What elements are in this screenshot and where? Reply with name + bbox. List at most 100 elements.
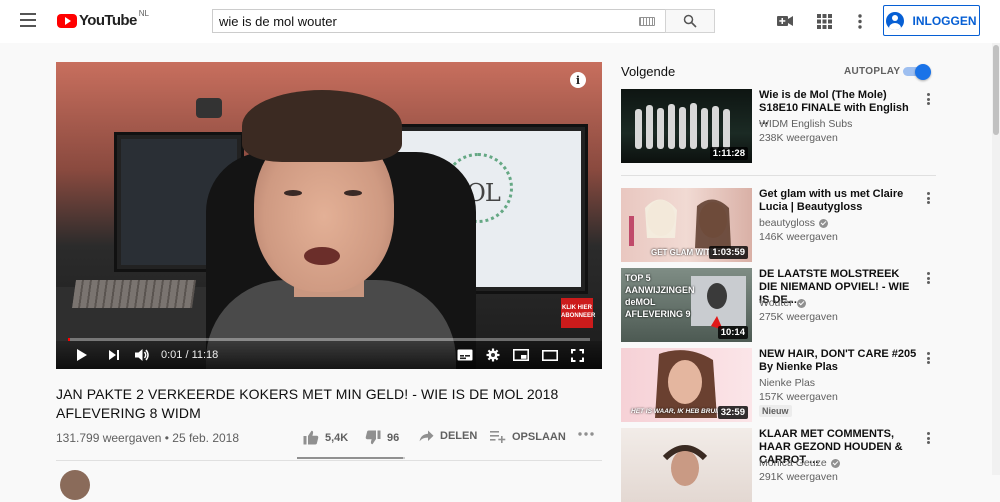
thumbs-up-icon <box>303 430 319 445</box>
recommendation-views: 146K weergaven <box>759 231 838 243</box>
video-thumbnail[interactable]: 1:11:28 <box>621 89 752 163</box>
verified-check-icon <box>830 458 840 468</box>
masthead: YouTube NL INLOGGEN <box>0 0 1000 43</box>
recommendation-views: 157K weergaven <box>759 391 838 403</box>
autoplay-toggle[interactable] <box>901 64 931 80</box>
recommendation-channel[interactable]: WIDM English Subs <box>759 118 852 130</box>
video-player[interactable]: deMOL KLIK HIER ABONNEER i 0:01 / 11:18 <box>56 62 602 369</box>
channel-name: Monica Geuze <box>759 457 827 469</box>
recommendation-item[interactable]: TOP 5 AANWIJZINGEN deMOL AFLEVERING 9 10… <box>621 268 951 342</box>
search-input[interactable] <box>213 10 613 32</box>
mouth <box>304 247 340 265</box>
keyboard-prop <box>72 280 196 308</box>
thumbnail-caption: GET GLAM WITH <box>651 248 716 257</box>
more-vert-icon[interactable] <box>851 12 869 30</box>
thumbs-down-icon <box>365 430 381 445</box>
subtitles-icon[interactable] <box>457 347 473 363</box>
eye-right <box>344 190 362 196</box>
next-icon[interactable] <box>108 347 120 363</box>
up-next-label: Volgende <box>621 64 676 79</box>
theater-mode-icon[interactable] <box>542 347 558 363</box>
page-scrollbar[interactable] <box>992 43 1000 475</box>
duration-badge: 32:59 <box>717 406 748 419</box>
save-button[interactable]: OPSLAAN <box>490 430 566 443</box>
recommendation-item[interactable]: HET IS WAAR, IK HEB BRUIN 32:59 NEW HAIR… <box>621 348 951 422</box>
search-icon <box>683 14 697 28</box>
new-badge: Nieuw <box>759 405 792 417</box>
logo-text: YouTube <box>79 12 137 29</box>
share-button[interactable]: DELEN <box>419 430 477 442</box>
verified-check-icon <box>796 298 806 308</box>
settings-gear-icon[interactable] <box>486 347 500 363</box>
duration-badge: 10:14 <box>717 326 748 339</box>
eye-left <box>284 190 302 196</box>
video-thumbnail[interactable] <box>621 428 752 502</box>
player-controls: 0:01 / 11:18 <box>56 341 602 369</box>
more-actions-icon[interactable] <box>578 432 594 436</box>
recommendation-channel[interactable]: Wouter <box>759 297 806 309</box>
recommendation-views: 291K weergaven <box>759 471 838 483</box>
like-button[interactable]: 5,4K <box>303 430 348 445</box>
recommendation-item[interactable]: 1:11:28 Wie is de Mol (The Mole) S18E10 … <box>621 89 951 163</box>
recommendation-item[interactable]: GET GLAM WITH 1:03:59 Get glam with us m… <box>621 188 951 262</box>
info-icon[interactable]: i <box>570 72 586 88</box>
share-icon <box>419 430 434 442</box>
more-vert-icon[interactable] <box>923 350 933 366</box>
more-vert-icon[interactable] <box>923 270 933 286</box>
recommendation-title[interactable]: Get glam with us met Claire Lucia | Beau… <box>759 188 919 214</box>
youtube-play-icon <box>57 13 77 28</box>
account-icon <box>886 11 905 30</box>
video-thumbnail[interactable]: GET GLAM WITH 1:03:59 <box>621 188 752 262</box>
dislike-count: 96 <box>387 431 400 444</box>
divider <box>56 460 602 461</box>
recommendation-views: 238K weergaven <box>759 132 838 144</box>
section-separator <box>621 175 936 176</box>
video-thumbnail[interactable]: TOP 5 AANWIJZINGEN deMOL AFLEVERING 9 10… <box>621 268 752 342</box>
apps-grid-icon[interactable] <box>815 12 833 30</box>
volume-icon[interactable] <box>134 347 150 363</box>
thumbnail-caption: HET IS WAAR, IK HEB BRUIN <box>631 408 722 415</box>
fullscreen-icon[interactable] <box>571 347 584 363</box>
duration-badge: 1:11:28 <box>709 147 748 160</box>
youtube-logo[interactable]: YouTube NL <box>57 9 149 29</box>
logo-region: NL <box>138 9 149 18</box>
signin-label: INLOGGEN <box>912 13 977 28</box>
search-box <box>212 9 666 33</box>
channel-name: beautygloss <box>759 217 816 229</box>
recommendation-item[interactable]: KLAAR MET COMMENTS, HAAR GEZOND HOUDEN &… <box>621 428 951 502</box>
video-meta: 131.799 weergaven • 25 feb. 2018 <box>56 431 240 445</box>
duration-badge: 1:03:59 <box>709 246 748 259</box>
toggle-knob <box>915 64 931 80</box>
play-icon[interactable] <box>76 347 88 363</box>
person-hair <box>242 90 402 162</box>
recommendation-channel[interactable]: beautygloss <box>759 217 829 229</box>
thumbnail-graphic <box>662 445 708 486</box>
recommendation-channel[interactable]: Nienke Plas <box>759 377 815 389</box>
recommendation-views: 275K weergaven <box>759 311 838 323</box>
playlist-add-icon <box>490 431 506 443</box>
share-label: DELEN <box>440 430 478 442</box>
search-button[interactable] <box>665 9 715 33</box>
channel-name: Nienke Plas <box>759 377 816 389</box>
subscribe-overlay[interactable]: KLIK HIER ABONNEER <box>561 298 595 328</box>
verified-check-icon <box>819 218 829 228</box>
time-display: 0:01 / 11:18 <box>161 349 219 361</box>
keyboard-icon[interactable] <box>639 17 655 26</box>
upload-video-icon[interactable] <box>776 12 794 30</box>
video-thumbnail[interactable]: HET IS WAAR, IK HEB BRUIN 32:59 <box>621 348 752 422</box>
miniplayer-icon[interactable] <box>513 347 529 363</box>
dislike-button[interactable]: 96 <box>365 430 399 445</box>
more-vert-icon[interactable] <box>923 430 933 446</box>
autoplay-label: AUTOPLAY <box>844 66 901 77</box>
like-count: 5,4K <box>325 431 349 444</box>
more-vert-icon[interactable] <box>923 190 933 206</box>
more-vert-icon[interactable] <box>923 91 933 107</box>
recommendation-title[interactable]: NEW HAIR, DON'T CARE #205 By Nienke Plas <box>759 348 919 374</box>
sentiment-bar <box>297 457 405 459</box>
thumbnail-caption: TOP 5 AANWIJZINGEN deMOL AFLEVERING 9 <box>625 273 695 319</box>
signin-button[interactable]: INLOGGEN <box>883 5 980 36</box>
recommendation-channel[interactable]: Monica Geuze <box>759 457 840 469</box>
webcam-prop <box>196 98 222 118</box>
menu-icon[interactable] <box>20 13 36 27</box>
scrollbar-thumb[interactable] <box>993 45 999 135</box>
